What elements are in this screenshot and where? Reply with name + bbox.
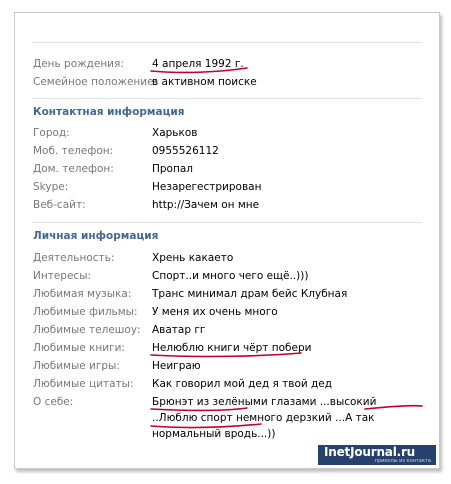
personal-label: Любимая музыка: [33,288,132,300]
personal-label: Любимые игры: [33,360,120,372]
watermark-subtitle: приколы из контакта [374,458,431,464]
quotes-value[interactable]: Как говорил мой дед я твой дед [152,376,332,392]
birthday-row: День рождения: 4 апреля 1992 г. [15,56,439,72]
city-value[interactable]: Харьков [152,125,197,141]
personal-label: Интересы: [33,270,92,282]
personal-section-title: Личная информация [33,230,159,242]
contact-section-title: Контактная информация [33,106,185,118]
personal-row: Любимые книги: Нелюблю книги чёрт побери [15,340,439,356]
activity-value[interactable]: Хрень какаето [152,250,233,266]
marital-row: Семейное положение: в активном поиске [15,74,439,90]
contact-row: Моб. телефон: 0955526112 [15,143,439,159]
about-label: О себе: [33,396,74,408]
personal-row: Любимые игры: Неиграю [15,358,439,374]
personal-label: Любимые телешоу: [33,324,141,336]
marital-label: Семейное положение: [33,76,158,88]
mobile-phone-value: 0955526112 [152,145,219,157]
personal-row: Любимые фильмы: У меня их очень много [15,304,439,320]
contact-row: Город: Харьков [15,125,439,141]
profile-info-card: День рождения: 4 апреля 1992 г. Семейное… [14,12,440,469]
personal-label: Любимые фильмы: [33,306,138,318]
contact-label: Дом. телефон: [33,163,114,175]
contact-row: Skype: Незарегестрирован [15,179,439,195]
birthday-value[interactable]: 4 апреля 1992 г. [152,56,244,72]
personal-label: Деятельность: [33,252,115,264]
tv-shows-value[interactable]: Аватар гг [152,322,205,338]
skype-value: Незарегестрирован [152,181,262,193]
movies-value[interactable]: У меня их очень много [152,304,278,320]
watermark-title: InetJournal.ru [324,445,416,459]
personal-row: Деятельность: Хрень какаето [15,250,439,266]
personal-row: Любимые цитаты: Как говорил мой дед я тв… [15,376,439,392]
personal-row: Любимая музыка: Транс минимал драм бейс … [15,286,439,302]
birthday-label: День рождения: [33,58,124,70]
contact-label: Город: [33,127,70,139]
contact-label: Моб. телефон: [33,145,114,157]
home-phone-value: Пропал [152,163,193,175]
website-value[interactable]: http://Зачем он мне [152,197,259,213]
personal-label: Любимые цитаты: [33,378,134,390]
personal-row: Любимые телешоу: Аватар гг [15,322,439,338]
books-value[interactable]: Нелюблю книги чёрт побери [152,340,311,356]
contact-label: Веб-сайт: [33,199,86,211]
personal-row: Интересы: Спорт..и много чего ещё..))) [15,268,439,284]
inetjournal-watermark: InetJournal.ru приколы из контакта [318,445,436,465]
divider [33,42,422,43]
interests-value[interactable]: Спорт..и много чего ещё..))) [152,268,308,284]
contact-row: Веб-сайт: http://Зачем он мне [15,197,439,213]
about-value: Брюнэт из зелёными глазами ...высокий ..… [152,396,377,440]
contact-label: Skype: [33,181,69,193]
divider [33,222,422,223]
marital-value[interactable]: в активном поиске [152,74,257,90]
divider [33,98,422,99]
about-row: О себе: Брюнэт из зелёными глазами ...вы… [15,394,439,446]
contact-row: Дом. телефон: Пропал [15,161,439,177]
personal-label: Любимые книги: [33,342,125,354]
music-value[interactable]: Транс минимал драм бейс Клубная [152,286,347,302]
games-value[interactable]: Неиграю [152,358,201,374]
